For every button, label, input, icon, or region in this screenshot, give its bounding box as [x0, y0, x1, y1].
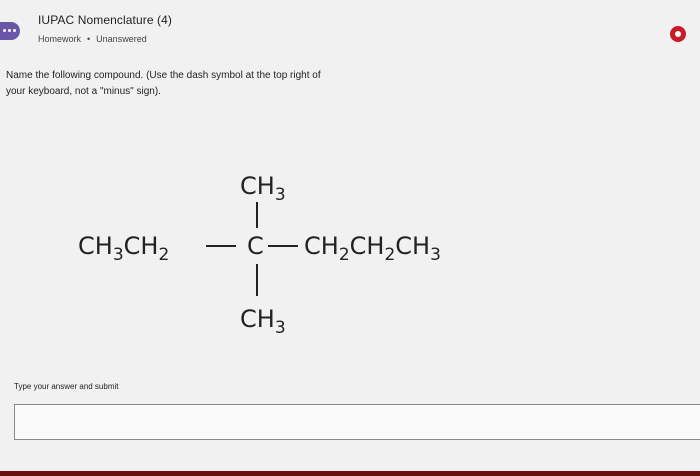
- answer-input[interactable]: [14, 404, 700, 440]
- bottom-bar: [0, 471, 700, 476]
- answer-label: Type your answer and submit: [14, 382, 119, 391]
- bottom-methyl-group: CH3: [240, 305, 286, 338]
- central-carbon: C: [247, 232, 264, 260]
- right-propyl-group: CH2CH2CH3: [304, 232, 441, 265]
- left-ethyl-group: CH3CH2: [78, 232, 169, 265]
- structural-formula: CH3 CH3CH2 C CH2CH2CH3 CH3: [78, 172, 441, 338]
- top-methyl-group: CH3: [240, 172, 286, 205]
